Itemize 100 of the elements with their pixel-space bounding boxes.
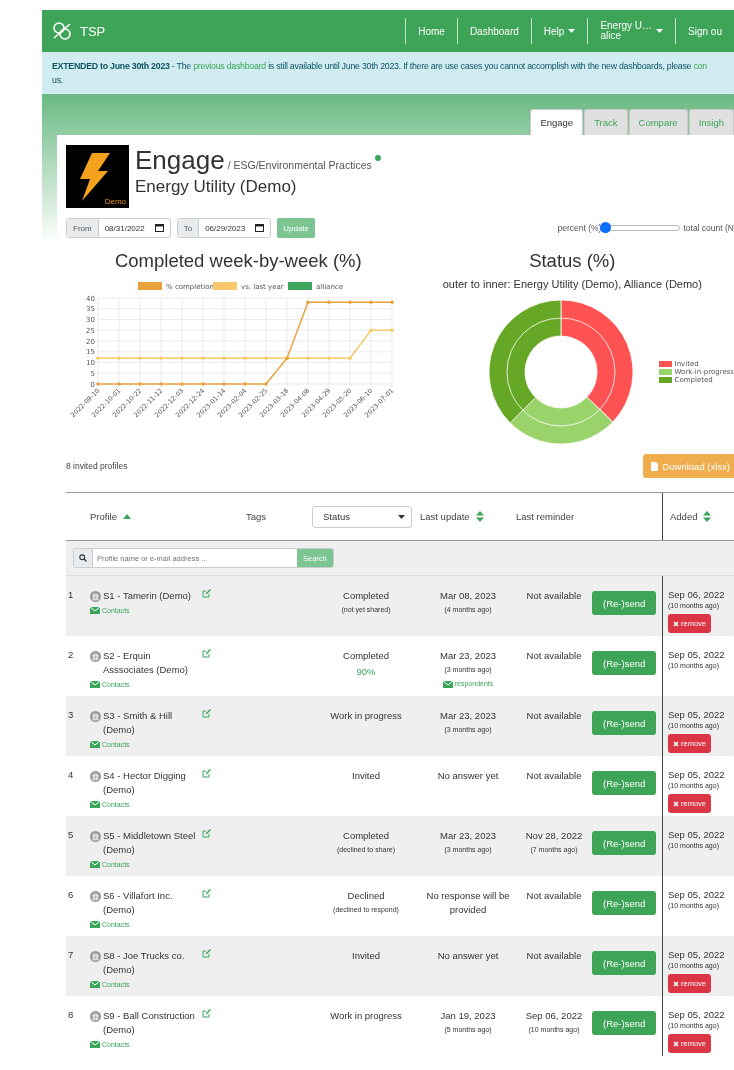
nav-dropdown[interactable]: Help [530,18,588,44]
column-header[interactable]: Last update [420,511,470,522]
row-number: 8 [67,1009,75,1022]
info-icon[interactable] [374,154,381,161]
profile-name[interactable]: S2 - Erquin Asssociates (Demo) [103,649,196,677]
profile-name[interactable]: S9 - Ball Construction (Demo) [103,1009,196,1037]
resend-button[interactable]: (Re-)send [592,651,657,675]
last-reminder: Not available [526,589,582,603]
resend-button[interactable]: (Re-)send [592,771,657,795]
breadcrumb: / ESG/Environmental Practices [227,159,372,171]
building-icon [90,1011,101,1022]
column-header: Tags [245,511,267,522]
brand-name[interactable]: TSP [80,23,106,39]
status-text: Work in progress [330,709,402,723]
envelope-icon [90,1041,100,1048]
last-reminder: Nov 28, 2022 [525,829,583,843]
toggle-label: total count (N [683,223,734,233]
edit-icon[interactable] [202,949,211,958]
building-icon [90,591,101,602]
resend-button[interactable]: (Re-)send [592,951,657,975]
status-text: Completed [343,589,389,603]
building-icon [90,951,101,962]
building-icon [90,831,101,842]
edit-icon[interactable] [202,589,211,598]
page-title: Engage [135,145,225,176]
nav-link[interactable]: Home [405,18,457,44]
added-date: Sep 05, 2022 [668,1009,725,1020]
status-text: Completed [343,649,389,663]
last-update: Mar 23, 2023 [440,649,496,663]
tab[interactable]: Insigh [688,109,734,135]
edit-icon[interactable] [202,649,211,658]
profile-name[interactable]: S3 - Smith & Hill (Demo) [103,709,196,737]
profile-name[interactable]: S1 - Tamerin (Demo) [103,589,191,603]
nav-link[interactable]: Sign ou [675,18,734,44]
search-icon [79,554,87,562]
added-date: Sep 06, 2022 [668,589,725,600]
profile-count: 8 invited profiles [66,461,128,471]
last-update: No response will be provided [425,889,511,917]
nav-dropdown[interactable]: Energy U… alice [587,18,676,44]
edit-icon[interactable] [202,769,211,778]
sort-up-icon[interactable] [122,514,131,519]
resend-button[interactable]: (Re-)send [592,711,657,735]
close-icon [673,1040,679,1047]
last-update: Mar 23, 2023 [440,829,496,843]
envelope-icon [90,921,100,928]
row-number: 3 [67,709,75,722]
lightning-icon [78,153,110,201]
edit-icon[interactable] [202,709,211,718]
edit-icon[interactable] [202,1009,211,1018]
to-date-field[interactable]: To 06/29/2023 [176,218,272,238]
nav-link[interactable]: Dashboard [456,18,531,44]
close-icon [673,740,679,747]
profile-name[interactable]: S4 - Hector Digging (Demo) [103,769,196,797]
tab[interactable]: Engage [530,109,584,135]
company-name: Energy Utility (Demo) [135,177,298,197]
row-number: 7 [67,949,75,962]
last-reminder: Sep 06, 2022 [525,1009,583,1023]
contact-link[interactable]: con [693,61,707,71]
status-text: Invited [352,769,380,783]
calendar-icon[interactable] [255,224,265,232]
envelope-icon [90,607,100,614]
previous-dashboard-link[interactable]: previous dashboard [193,61,266,71]
profile-name[interactable]: S6 - Villafort Inc. (Demo) [103,889,196,917]
caret-icon [398,514,405,519]
completion-percent: 90% [356,665,376,679]
last-reminder: Not available [526,769,582,783]
building-icon [90,771,101,782]
status-text: Work in progress [330,1009,402,1023]
edit-icon[interactable] [202,889,211,898]
update-button[interactable]: Update [277,218,315,238]
profile-name[interactable]: S5 - Middletown Steel (Demo) [103,829,196,857]
download-button[interactable]: Download (xlsx) [643,454,734,478]
tab[interactable]: Compare [628,109,688,135]
envelope-icon [90,981,100,988]
caret-icon [656,29,664,33]
resend-button[interactable]: (Re-)send [592,891,657,915]
sort-icon[interactable] [475,511,484,522]
status-filter[interactable]: Status [312,505,412,528]
envelope-icon [90,681,100,688]
tab[interactable]: Track [584,109,628,135]
column-header: Last reminder [516,511,575,522]
sort-icon[interactable] [703,511,712,522]
notice-text: EXTENDED to June 30th 2023 - The previous dashboard is still available until June 30th 2023. If there are use cases you cannot accomplish with the new dashboards, please con us. [52,60,708,87]
edit-icon[interactable] [202,829,211,838]
close-icon [673,620,679,627]
profile-name[interactable]: S8 - Joe Trucks co. (Demo) [103,949,196,977]
calendar-icon[interactable] [154,224,164,232]
resend-button[interactable]: (Re-)send [592,1011,657,1035]
resend-button[interactable]: (Re-)send [592,831,657,855]
column-header[interactable]: Added [670,511,698,522]
last-update: No answer yet [437,769,499,783]
status-text: Completed [343,829,389,843]
resend-button[interactable]: (Re-)send [592,591,657,615]
logo-icon[interactable] [52,22,72,40]
chart-subtitle: outer to inner: Energy Utility (Demo), Alliance (Demo) [442,278,702,290]
row-number: 1 [67,589,75,602]
column-header[interactable]: Profile [90,511,117,522]
added-date: Sep 05, 2022 [668,829,725,840]
from-date-field[interactable]: From 08/31/2022 [66,218,171,238]
added-date: Sep 05, 2022 [668,949,725,960]
